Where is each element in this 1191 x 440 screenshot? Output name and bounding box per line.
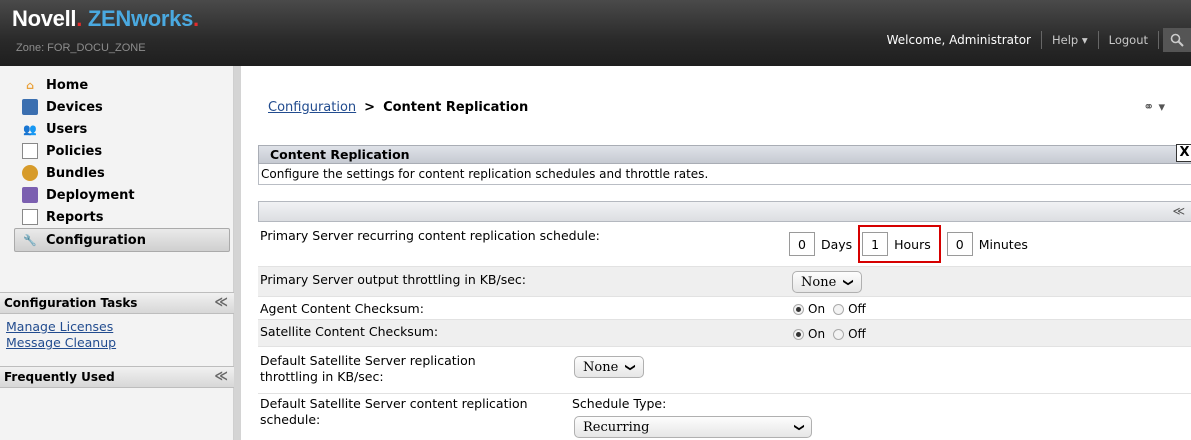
agent-checksum-radios: On Off (793, 302, 874, 316)
primary-throttle-select[interactable]: None ❯ (792, 271, 862, 293)
manage-licenses-link[interactable]: Manage Licenses (6, 319, 116, 335)
collapse-icon[interactable]: ≪ (214, 295, 228, 310)
satellite-checksum-off-radio[interactable]: Off (833, 327, 866, 341)
nav-item-devices[interactable]: Devices (0, 96, 234, 118)
chevron-down-icon: ❯ (624, 362, 636, 372)
wrench-icon: 🔧 (23, 233, 37, 247)
schedule-type-label: Schedule Type: (572, 396, 667, 411)
days-input[interactable]: 0 (789, 232, 815, 256)
collapse-icon[interactable]: ≪ (214, 369, 228, 384)
schedule-type-select[interactable]: Recurring ❯ (574, 416, 812, 438)
setting-row: Default Satellite Server replication thr… (258, 347, 1191, 394)
setting-label: Satellite Content Checksum: (260, 324, 439, 339)
breadcrumb-configuration-link[interactable]: Configuration (268, 100, 356, 115)
chevron-down-icon: ❯ (793, 422, 805, 432)
days-unit: Days (820, 236, 853, 252)
breadcrumb: Configuration > Content Replication (268, 100, 529, 115)
bundles-icon (22, 165, 38, 181)
main-content: Configuration > Content Replication ⚭ ▾ Co… (241, 66, 1191, 440)
throttle-select-wrap: None ❯ (792, 271, 862, 293)
deployment-icon (22, 187, 38, 203)
nav-item-policies[interactable]: Policies (0, 140, 234, 162)
search-icon[interactable] (1163, 28, 1191, 52)
sidebar-splitter[interactable] (234, 66, 241, 440)
sidebar: ⌂ Home Devices 👥 Users Policies Bundles De… (0, 66, 234, 440)
header-user-bar: Welcome, Administrator Help ▾ Logout (887, 26, 1191, 54)
setting-label: Default Satellite Server replication thr… (260, 353, 476, 384)
satellite-checksum-radios: On Off (793, 327, 874, 341)
setting-label: Agent Content Checksum: (260, 301, 424, 316)
chevron-down-icon: ❯ (842, 277, 854, 287)
collapse-icon[interactable]: ≪ (1172, 204, 1185, 218)
main-nav: ⌂ Home Devices 👥 Users Policies Bundles De… (0, 74, 234, 252)
minutes-unit: Minutes (978, 236, 1028, 252)
welcome-text: Welcome, Administrator (886, 33, 1031, 47)
nav-item-bundles[interactable]: Bundles (0, 162, 234, 184)
hours-highlight: 1 Hours (858, 225, 941, 263)
novell-zenworks-logo[interactable]: Novell. ZENworks. (12, 6, 199, 32)
link-options[interactable]: ⚭ ▾ (1143, 100, 1165, 115)
zone-label: Zone: FOR_DOCU_ZONE (16, 42, 146, 54)
setting-label: Primary Server output throttling in KB/s… (260, 272, 526, 287)
app-header: Novell. ZENworks. Zone: FOR_DOCU_ZONE We… (0, 0, 1191, 66)
policies-icon (22, 143, 38, 159)
home-icon: ⌂ (26, 78, 34, 92)
users-icon: 👥 (23, 122, 37, 136)
setting-row: Primary Server recurring content replica… (258, 222, 1191, 267)
message-cleanup-link[interactable]: Message Cleanup (6, 335, 116, 351)
help-menu[interactable]: Help ▾ (1042, 33, 1098, 47)
link-icon[interactable]: ⚭ (1143, 100, 1154, 115)
divider (1158, 31, 1159, 49)
panel-description: Configure the settings for content repli… (258, 164, 1191, 185)
setting-row: Agent Content Checksum: On Off (258, 297, 1191, 320)
nav-item-users[interactable]: 👥 Users (0, 118, 234, 140)
satellite-throttle-wrap: None ❯ (574, 356, 644, 378)
logout-link[interactable]: Logout (1099, 33, 1158, 47)
setting-row: Primary Server output throttling in KB/s… (258, 267, 1191, 297)
setting-label: Primary Server recurring content replica… (260, 228, 600, 243)
chevron-down-icon: ▾ (1081, 33, 1088, 47)
agent-checksum-on-radio[interactable]: On (793, 302, 825, 316)
nav-item-home[interactable]: ⌂ Home (0, 74, 234, 96)
satellite-checksum-on-radio[interactable]: On (793, 327, 825, 341)
close-icon[interactable]: X (1176, 144, 1191, 162)
reports-icon (22, 209, 38, 225)
configuration-tasks-header[interactable]: Configuration Tasks ≪ (0, 292, 234, 314)
nav-item-reports[interactable]: Reports (0, 206, 234, 228)
setting-row: Default Satellite Server content replica… (258, 394, 1191, 440)
agent-checksum-off-radio[interactable]: Off (833, 302, 866, 316)
satellite-throttle-select[interactable]: None ❯ (574, 356, 644, 378)
hours-unit: Hours (894, 236, 931, 252)
schedule-inputs: 0 Days 1 Hours 0 Minutes (789, 225, 1034, 263)
breadcrumb-current: Content Replication (383, 100, 529, 115)
devices-icon (22, 99, 38, 115)
configuration-tasks-list: Manage Licenses Message Cleanup (6, 319, 116, 351)
schedule-type-wrap: Recurring ❯ (574, 416, 812, 438)
hours-input[interactable]: 1 (862, 232, 889, 256)
nav-item-configuration[interactable]: 🔧 Configuration (14, 228, 230, 252)
minutes-input[interactable]: 0 (946, 232, 973, 256)
settings-grid-header: ≪ (258, 201, 1191, 222)
frequently-used-header[interactable]: Frequently Used ≪ (0, 366, 234, 388)
setting-label: Default Satellite Server content replica… (260, 396, 528, 427)
nav-item-deployment[interactable]: Deployment (0, 184, 234, 206)
panel-header: Content Replication X (258, 144, 1191, 164)
chevron-down-icon[interactable]: ▾ (1158, 100, 1165, 115)
setting-row: Satellite Content Checksum: On Off (258, 320, 1191, 347)
